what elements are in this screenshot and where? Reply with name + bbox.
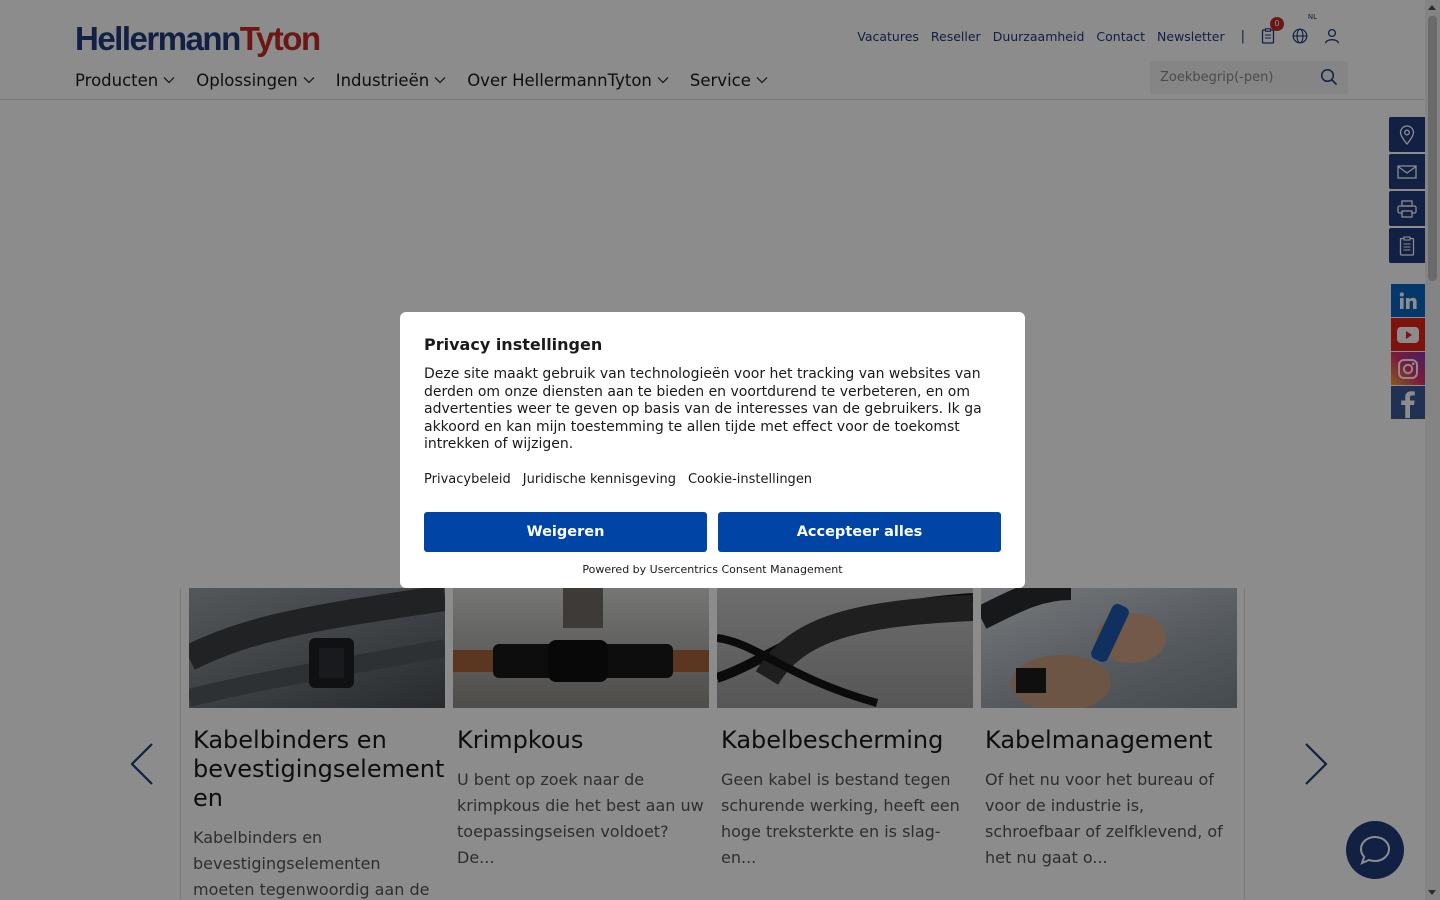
privacy-consent-dialog: Privacy instellingen Deze site maakt geb… xyxy=(400,312,1025,588)
dialog-links: Privacybeleid Juridische kennisgeving Co… xyxy=(424,472,1001,487)
dialog-title: Privacy instellingen xyxy=(424,335,603,354)
dialog-description: Deze site maakt gebruik van technologieë… xyxy=(424,366,982,452)
dialog-buttons: Weigeren Accepteer alles xyxy=(424,512,1001,552)
legal-notice-link[interactable]: Juridische kennisgeving xyxy=(523,472,676,487)
accept-all-button[interactable]: Accepteer alles xyxy=(718,512,1001,552)
powered-by-text: Powered by Usercentrics Consent Manageme… xyxy=(582,563,843,576)
cookie-settings-link[interactable]: Cookie-instellingen xyxy=(688,472,812,487)
privacy-policy-link[interactable]: Privacybeleid xyxy=(424,472,511,487)
reject-button[interactable]: Weigeren xyxy=(424,512,707,552)
